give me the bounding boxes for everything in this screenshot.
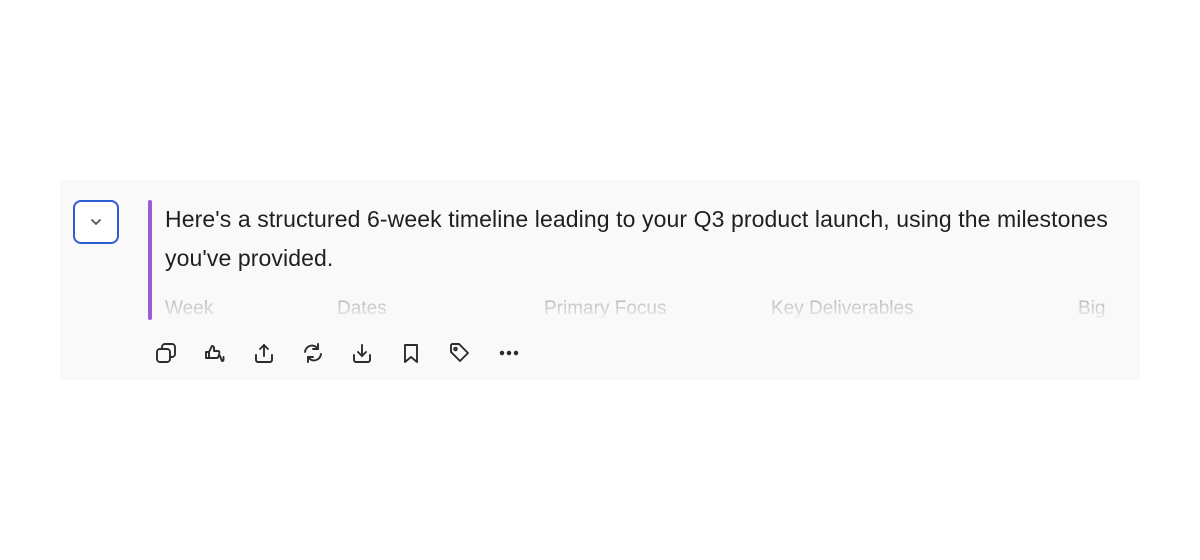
chevron-down-icon [91,219,101,225]
action-toolbar [150,338,542,368]
table-header-key-deliverables: Key Deliverables [771,298,914,319]
share-icon [255,344,273,363]
more-options-button[interactable] [493,338,525,368]
copy-icon [156,343,176,363]
response-message: Here's a structured 6-week timeline lead… [165,200,1125,320]
thumbs-up-down-icon [205,345,225,362]
table-header-big: Big [1078,298,1106,319]
table-header-primary-focus: Primary Focus [544,298,667,319]
table-header-dates: Dates [337,298,387,319]
feedback-button[interactable] [199,338,231,368]
share-button[interactable] [248,338,280,368]
regenerate-button[interactable] [297,338,329,368]
tag-icon [450,343,469,362]
download-icon [353,344,371,363]
table-header-row: Week Dates Primary Focus Key Deliverable… [165,298,1125,320]
regenerate-icon [304,343,322,363]
accent-bar [148,200,152,320]
download-button[interactable] [346,338,378,368]
collapse-toggle-button[interactable] [73,200,119,244]
tag-button[interactable] [444,338,476,368]
response-text: Here's a structured 6-week timeline lead… [165,206,1108,271]
bookmark-icon [404,344,418,363]
bookmark-button[interactable] [395,338,427,368]
more-icon [499,350,519,356]
response-card: Here's a structured 6-week timeline lead… [60,180,1140,380]
table-header-week: Week [165,298,214,319]
copy-button[interactable] [150,338,182,368]
